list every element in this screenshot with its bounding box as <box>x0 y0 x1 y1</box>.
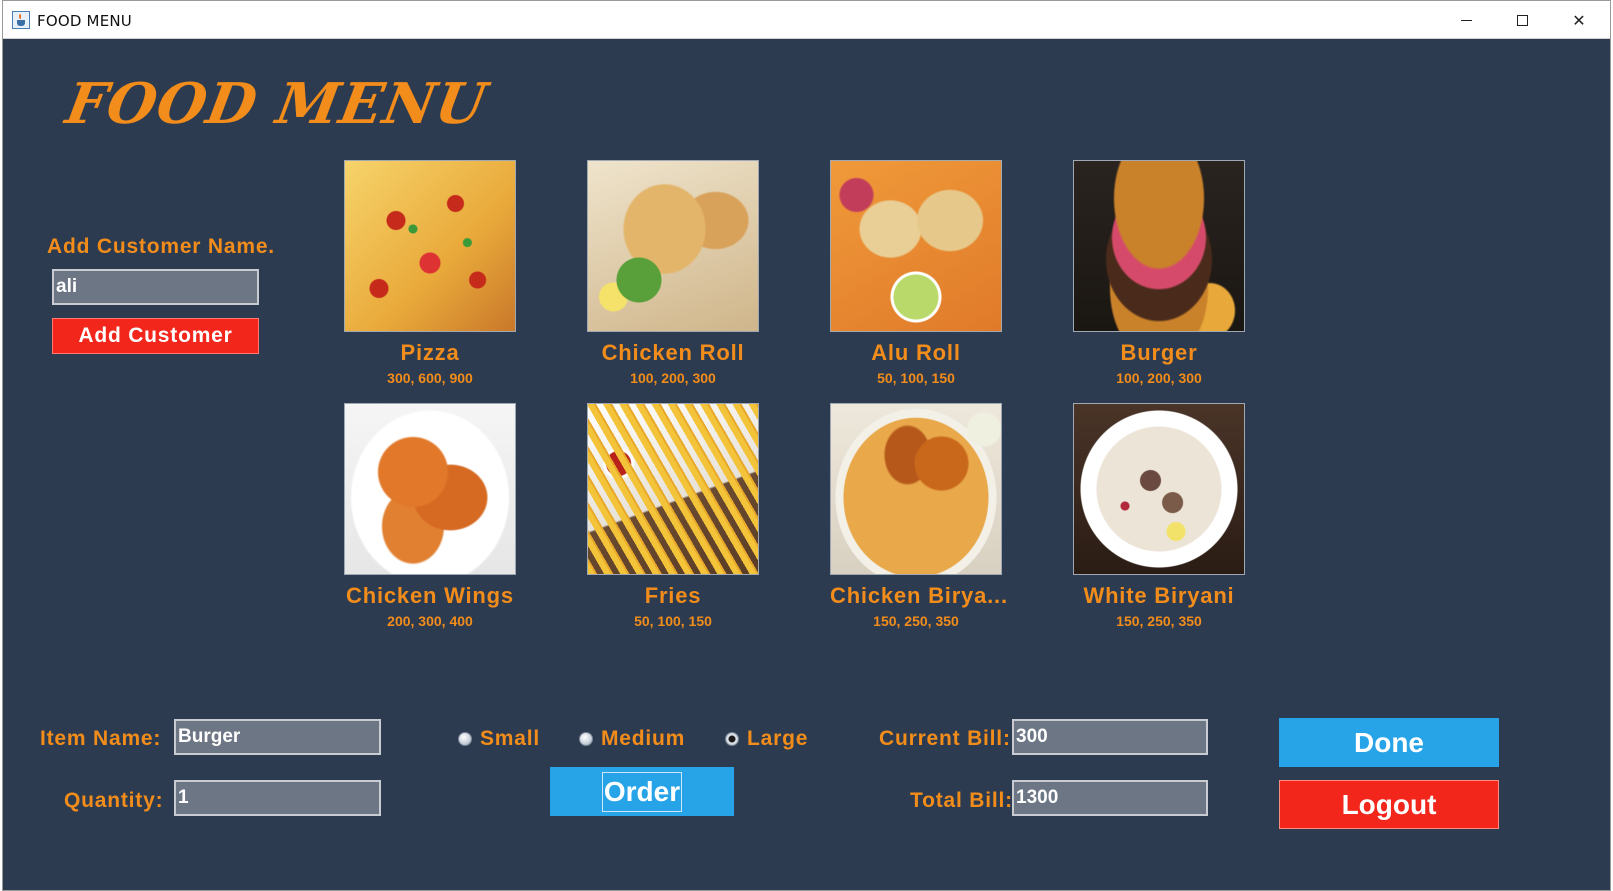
radio-unchecked-icon[interactable] <box>579 732 593 746</box>
customer-name-label: Add Customer Name. <box>47 235 275 258</box>
pizza-image[interactable] <box>344 160 516 332</box>
menu-item-name: Chicken Roll <box>601 340 745 365</box>
close-icon: ✕ <box>1572 10 1586 30</box>
menu-item-alu-roll[interactable]: Alu Roll 50, 100, 150 <box>830 160 1002 386</box>
current-bill-field[interactable]: 300 <box>1012 719 1208 755</box>
item-name-field[interactable]: Burger <box>174 719 381 755</box>
maximize-icon <box>1516 14 1528 26</box>
menu-item-prices: 50, 100, 150 <box>877 370 955 386</box>
radio-checked-icon[interactable] <box>725 732 739 746</box>
menu-item-prices: 150, 250, 350 <box>873 613 959 629</box>
menu-item-prices: 200, 300, 400 <box>387 613 473 629</box>
minimize-button[interactable] <box>1438 1 1494 39</box>
menu-item-chicken-biryani[interactable]: Chicken Birya... 150, 250, 350 <box>830 403 1008 629</box>
quantity-field[interactable]: 1 <box>174 780 381 816</box>
menu-item-fries[interactable]: Fries 50, 100, 150 <box>587 403 759 629</box>
order-button-label: Order <box>601 771 683 812</box>
item-name-label: Item Name: <box>40 727 162 750</box>
menu-item-prices: 300, 600, 900 <box>387 370 473 386</box>
burger-image[interactable] <box>1073 160 1245 332</box>
java-app-icon <box>12 11 30 29</box>
menu-item-name: Chicken Birya... <box>830 583 1008 608</box>
chicken-wings-image[interactable] <box>344 403 516 575</box>
size-label: Large <box>747 727 809 750</box>
window-title: FOOD MENU <box>37 12 132 30</box>
size-radio-medium[interactable]: Medium <box>579 727 685 751</box>
close-button[interactable]: ✕ <box>1551 1 1607 39</box>
logout-button[interactable]: Logout <box>1279 780 1499 829</box>
size-radio-large[interactable]: Large <box>725 727 808 751</box>
size-label: Small <box>480 727 541 750</box>
order-button[interactable]: Order <box>550 767 734 816</box>
menu-item-prices: 50, 100, 150 <box>634 613 712 629</box>
menu-item-name: Burger <box>1120 340 1198 365</box>
main-panel: FOOD MENU Add Customer Name. ali Add Cus… <box>3 39 1610 891</box>
menu-item-name: Fries <box>644 583 702 608</box>
customer-name-input[interactable]: ali <box>52 269 259 305</box>
radio-unchecked-icon[interactable] <box>458 732 472 746</box>
menu-item-chicken-wings[interactable]: Chicken Wings 200, 300, 400 <box>344 403 516 629</box>
white-biryani-image[interactable] <box>1073 403 1245 575</box>
alu-roll-image[interactable] <box>830 160 1002 332</box>
menu-item-name: Pizza <box>400 340 460 365</box>
menu-item-white-biryani[interactable]: White Biryani 150, 250, 350 <box>1073 403 1245 629</box>
menu-item-prices: 100, 200, 300 <box>1116 370 1202 386</box>
maximize-button[interactable] <box>1494 1 1550 39</box>
quantity-label: Quantity: <box>64 789 164 812</box>
menu-item-burger[interactable]: Burger 100, 200, 300 <box>1073 160 1245 386</box>
menu-item-prices: 150, 250, 350 <box>1116 613 1202 629</box>
menu-item-name: White Biryani <box>1083 583 1235 608</box>
menu-item-pizza[interactable]: Pizza 300, 600, 900 <box>344 160 516 386</box>
total-bill-field[interactable]: 1300 <box>1012 780 1208 816</box>
size-label: Medium <box>601 727 686 750</box>
menu-item-name: Alu Roll <box>871 340 961 365</box>
add-customer-button[interactable]: Add Customer <box>52 318 259 354</box>
total-bill-label: Total Bill: <box>910 789 1013 812</box>
done-button[interactable]: Done <box>1279 718 1499 767</box>
app-window: FOOD MENU ✕ FOOD MENU Add Customer Name.… <box>2 0 1611 891</box>
size-radio-small[interactable]: Small <box>458 727 540 751</box>
fries-image[interactable] <box>587 403 759 575</box>
minimize-icon <box>1460 19 1472 21</box>
current-bill-label: Current Bill: <box>879 727 1011 750</box>
menu-item-name: Chicken Wings <box>346 583 514 608</box>
title-bar: FOOD MENU ✕ <box>3 1 1610 39</box>
chicken-roll-image[interactable] <box>587 160 759 332</box>
menu-item-chicken-roll[interactable]: Chicken Roll 100, 200, 300 <box>587 160 759 386</box>
chicken-biryani-image[interactable] <box>830 403 1002 575</box>
page-title: FOOD MENU <box>61 71 492 137</box>
menu-item-prices: 100, 200, 300 <box>630 370 716 386</box>
